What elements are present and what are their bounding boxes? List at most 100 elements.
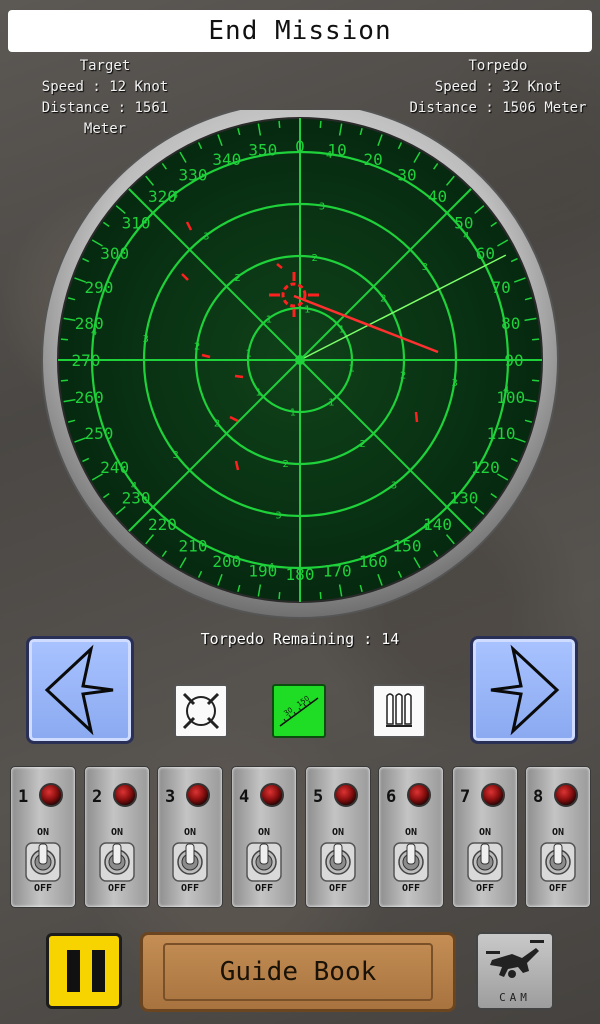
bearing-label: 310	[122, 213, 151, 232]
toggle-switch-8[interactable]: 8 ON OFF	[525, 766, 591, 908]
bearing-label: 240	[100, 458, 129, 477]
bearing-label: 20	[364, 150, 383, 169]
bearing-tick	[319, 592, 322, 600]
ring-label: 1	[304, 305, 310, 316]
switch-indicator-light-icon	[407, 783, 431, 807]
bearing-label: 150	[393, 536, 422, 555]
cam-label: CAM	[499, 991, 531, 1004]
switch-off-label: OFF	[254, 883, 274, 894]
toggle-lever-icon	[540, 842, 576, 882]
toggle-switch-3[interactable]: 3 ON OFF	[157, 766, 223, 908]
switch-on-label: ON	[478, 827, 492, 838]
toggle-lever-icon	[393, 842, 429, 882]
pause-button[interactable]	[46, 933, 122, 1009]
ring-label: 4	[131, 481, 137, 492]
ring-label: 2	[360, 439, 366, 450]
bearing-label: 50	[454, 213, 473, 232]
switch-indicator-light-icon	[186, 783, 210, 807]
toggle-lever-icon	[467, 842, 503, 882]
bearing-label: 200	[212, 552, 241, 571]
ring-label: 4	[503, 385, 509, 396]
switch-off-label: OFF	[475, 883, 495, 894]
switch-indicator-light-icon	[481, 783, 505, 807]
bearing-tick	[60, 338, 68, 341]
ring-label: 3	[203, 231, 209, 242]
bearing-label: 110	[487, 424, 516, 443]
switch-number: 1	[18, 787, 29, 807]
switch-number: 7	[460, 787, 471, 807]
ring-label: 3	[319, 202, 325, 213]
sonar-contact	[414, 411, 419, 423]
toggle-lever-icon	[25, 842, 61, 882]
toggle-switch-4[interactable]: 4 ON OFF	[231, 766, 297, 908]
guide-book-button[interactable]: Guide Book	[140, 932, 456, 1012]
ring-label: 4	[268, 562, 274, 573]
ring-label: 3	[451, 378, 457, 389]
toggle-switch-6[interactable]: 6 ON OFF	[378, 766, 444, 908]
toggle-lever-icon	[172, 842, 208, 882]
switch-on-label: ON	[331, 827, 345, 838]
switch-on-label: ON	[551, 827, 565, 838]
bearing-label: 300	[100, 244, 129, 263]
switch-off-label: OFF	[548, 883, 568, 894]
ring-label: 1	[348, 363, 354, 374]
switch-off-label: OFF	[107, 883, 127, 894]
ring-label: 1	[290, 407, 296, 418]
ring-label: 2	[282, 459, 288, 470]
bearing-label: 250	[84, 424, 113, 443]
ring-label: 1	[255, 387, 261, 398]
end-mission-button[interactable]: End Mission	[8, 10, 592, 52]
cam-button[interactable]: CAM	[476, 932, 554, 1010]
target-speed: Speed : 12 Knot	[41, 79, 169, 95]
target-title: Target	[79, 58, 131, 74]
ring-label: 3	[391, 481, 397, 492]
switch-on-label: ON	[36, 827, 50, 838]
toggle-switch-5[interactable]: 5 ON OFF	[305, 766, 371, 908]
ring-label: 3	[422, 262, 428, 273]
bearing-tick	[278, 592, 281, 600]
crosshair-mode-icon	[182, 692, 220, 730]
drone-camera-icon	[486, 940, 544, 978]
switch-number: 4	[239, 787, 250, 807]
protractor-mode-button[interactable]: 30 150	[272, 684, 326, 738]
sonar-contact	[234, 374, 244, 379]
toggle-switch-2[interactable]: 2 ON OFF	[84, 766, 150, 908]
toggle-switch-1[interactable]: 1 ON OFF	[10, 766, 76, 908]
bearing-tick	[532, 379, 540, 382]
bearing-label: 260	[75, 388, 104, 407]
toggle-switch-7[interactable]: 7 ON OFF	[452, 766, 518, 908]
guide-book-label: Guide Book	[219, 957, 377, 987]
switch-off-label: OFF	[401, 883, 421, 894]
ring-label: 2	[194, 341, 200, 352]
torpedo-title: Torpedo	[468, 58, 528, 74]
torpedo-remaining: Torpedo Remaining : 14	[200, 630, 400, 648]
bearing-label: 40	[428, 187, 447, 206]
ring-label: 4	[463, 231, 469, 242]
switch-on-label: ON	[183, 827, 197, 838]
torpedo-tubes-button[interactable]	[372, 684, 426, 738]
switch-on-label: ON	[257, 827, 271, 838]
toggle-lever-icon	[99, 842, 135, 882]
bearing-label: 100	[496, 388, 525, 407]
ring-label: 4	[91, 327, 97, 338]
arrow-right-icon	[490, 644, 560, 736]
bearing-label: 70	[491, 278, 510, 297]
ring-label: 4	[326, 150, 332, 161]
crosshair-mode-button[interactable]	[174, 684, 228, 738]
turn-right-button[interactable]	[470, 636, 578, 744]
ring-label: 3	[275, 510, 281, 521]
switch-indicator-light-icon	[113, 783, 137, 807]
radar-scope[interactable]: 0 102030405060708090100110120130140150160…	[40, 110, 560, 630]
switch-number: 2	[92, 787, 103, 807]
ring-label: 2	[312, 253, 318, 264]
bearing-label: 220	[148, 515, 177, 534]
switch-indicator-light-icon	[554, 783, 578, 807]
toggle-lever-icon	[320, 842, 356, 882]
own-ship-icon	[295, 355, 305, 365]
bearing-tick	[319, 120, 322, 128]
turn-left-button[interactable]	[26, 636, 134, 744]
bearing-label: 290	[84, 278, 113, 297]
bearing-tick	[532, 338, 540, 341]
bearing-label: 280	[75, 314, 104, 333]
bearing-label: 120	[471, 458, 500, 477]
